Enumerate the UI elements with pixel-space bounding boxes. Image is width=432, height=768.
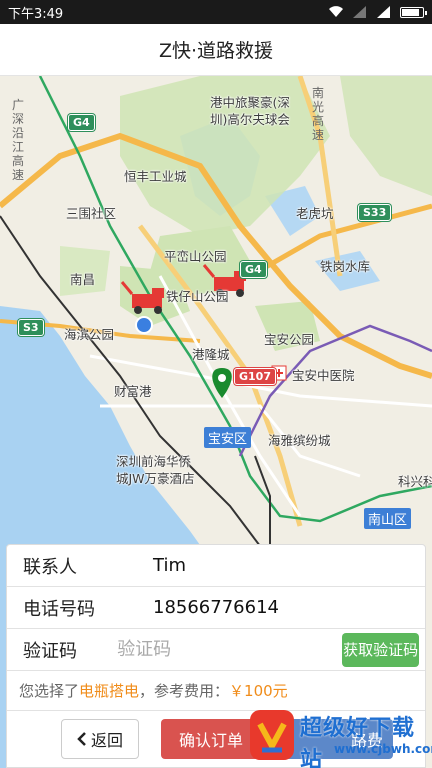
map-label: 城JW万豪酒店 — [116, 471, 195, 486]
phone-row: 电话号码 18566776614 — [7, 587, 425, 629]
map-label: 宝安中医院 — [292, 368, 355, 383]
current-location-icon — [135, 316, 153, 334]
map-label: 老虎坑 — [296, 206, 334, 221]
verification-code-row: 验证码 获取验证码 — [7, 629, 425, 671]
page-title: Z快·道路救援 — [158, 40, 274, 62]
wifi-icon — [329, 6, 343, 18]
map-label: 宝安公园 — [264, 332, 315, 347]
signal-icon-2 — [377, 6, 390, 18]
watermark-logo-icon — [250, 710, 294, 760]
contact-label: 联系人 — [23, 556, 77, 578]
summary-mid: ，参考费用： — [139, 682, 230, 700]
title-bar: Z快·道路救援 — [0, 24, 432, 76]
road-badge: G4 — [68, 114, 95, 131]
back-label: 返回 — [90, 731, 123, 750]
code-label: 验证码 — [23, 640, 77, 662]
map-label: 铁仔山公园 — [166, 289, 229, 304]
district-label: 南山区 — [364, 508, 412, 529]
map-label: 科兴科 — [398, 474, 432, 489]
chevron-left-icon — [77, 732, 86, 746]
map-label: 财富港 — [114, 384, 152, 399]
signal-icon — [353, 6, 366, 18]
contact-row: 联系人 Tim — [7, 545, 425, 587]
district-label: 宝安区 — [204, 427, 252, 448]
status-bar: 下午3:49 — [0, 0, 432, 24]
map-label: 三围社区 — [66, 206, 117, 221]
phone-value[interactable]: 18566776614 — [153, 597, 425, 618]
battery-icon — [400, 6, 427, 18]
road-badge: S3 — [18, 319, 44, 336]
map-label: 圳)高尔夫球会 — [210, 112, 290, 127]
map-label: 铁岗水库 — [320, 259, 371, 274]
map-label: 南昌 — [70, 272, 96, 287]
map-label: 海滨公园 — [64, 327, 115, 342]
selected-service: 电瓶搭电 — [79, 682, 140, 700]
contact-value[interactable]: Tim — [153, 555, 425, 576]
park-area-5 — [340, 76, 432, 196]
road-badge: S33 — [358, 204, 392, 221]
map-label: 恒丰工业城 — [124, 169, 187, 184]
verification-code-input[interactable] — [117, 639, 343, 660]
back-button[interactable]: 返回 — [61, 719, 139, 759]
map-label: 平峦山公园 — [164, 249, 227, 264]
map-label: 港隆城 — [192, 347, 230, 362]
location-pin-icon — [212, 368, 232, 398]
status-time: 下午3:49 — [8, 6, 64, 22]
phone-label: 电话号码 — [23, 598, 95, 620]
road-badge: G107 — [234, 368, 276, 385]
reference-price: ￥100元 — [229, 682, 288, 700]
watermark-url: www.cjbwh.com — [334, 742, 432, 756]
map-label: 海雅缤纷城 — [268, 433, 331, 448]
road-badge: G4 — [240, 261, 267, 278]
watermark: 超级好下载站 www.cjbwh.com — [244, 704, 432, 768]
watermark-text: 超级好下载站 — [300, 716, 416, 768]
highway-name-label: 南光高速 — [312, 86, 325, 142]
summary-prefix: 您选择了 — [19, 682, 80, 700]
status-icons — [328, 6, 427, 18]
get-code-button[interactable]: 获取验证码 — [342, 632, 419, 667]
highway-name-label: 广深沿江高速 — [12, 98, 25, 182]
